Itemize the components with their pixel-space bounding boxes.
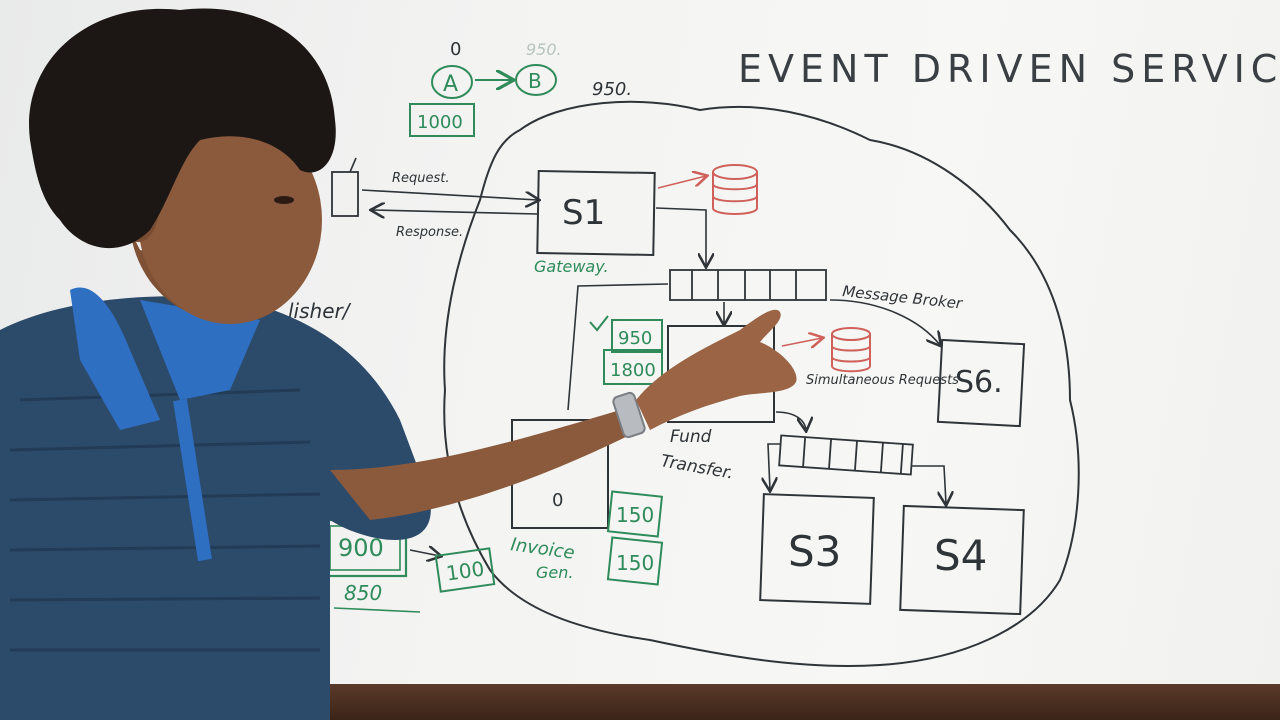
value-850: 850 bbox=[344, 581, 382, 605]
s3-label: S3 bbox=[788, 527, 841, 576]
simultaneous-label: Simultaneous Requests bbox=[806, 373, 959, 388]
response-label: Response. bbox=[396, 225, 463, 240]
message-broker-label: Message Broker bbox=[842, 282, 964, 313]
s4-label: S4 bbox=[934, 531, 987, 580]
invoice-zero: 0 bbox=[552, 490, 563, 511]
transfer-label: Transfer. bbox=[659, 451, 735, 483]
s1-database-icon bbox=[712, 164, 758, 215]
fund-label: Fund bbox=[670, 427, 712, 447]
balance-150a: 150 bbox=[616, 503, 654, 527]
publisher-label: lisher/ bbox=[288, 299, 352, 323]
fund-database-icon bbox=[831, 327, 871, 373]
s6-label: S6. bbox=[955, 365, 1003, 400]
client-phone-icon bbox=[331, 171, 359, 217]
presenter-hand bbox=[636, 309, 797, 430]
request-label: Request. bbox=[392, 171, 450, 186]
simultaneous-label-text: Simultaneous Requests bbox=[806, 373, 959, 388]
presenter-eye bbox=[274, 196, 294, 204]
queue2-to-s3-arrow bbox=[768, 443, 780, 490]
balance-950: 950 bbox=[618, 328, 652, 349]
node-a-label: A bbox=[443, 72, 458, 97]
message-queue-1 bbox=[669, 269, 827, 301]
checkmark bbox=[589, 315, 609, 332]
queue2-to-s4-arrow bbox=[912, 465, 946, 504]
board-title: EVENT DRIVEN SERVICES bbox=[738, 47, 1280, 91]
balance-1000: 1000 bbox=[417, 112, 463, 133]
balance-150b: 150 bbox=[616, 551, 654, 575]
fund-to-queue2-arrow bbox=[775, 411, 806, 430]
response-arrow bbox=[372, 210, 539, 214]
gateway-label: Gateway. bbox=[534, 257, 609, 276]
zero-label: 0 bbox=[450, 39, 461, 60]
s1-label: S1 bbox=[562, 193, 605, 233]
s1-to-broker-arrow bbox=[655, 207, 706, 266]
presenter-person bbox=[0, 8, 797, 720]
fund-db-arrow bbox=[781, 338, 822, 346]
invoice-label: Invoice bbox=[509, 534, 576, 564]
request-arrow bbox=[361, 189, 538, 200]
underline-850 bbox=[333, 607, 421, 613]
message-queue-2 bbox=[778, 434, 914, 476]
b-value-faded: 950. bbox=[526, 40, 562, 59]
balance-900: 900 bbox=[338, 534, 384, 562]
b-value: 950. bbox=[592, 79, 632, 100]
s1-db-arrow bbox=[657, 176, 706, 189]
whiteboard-drawing: EVENT DRIVEN SERVICES 0 A B 950. 950. 10… bbox=[0, 8, 1280, 720]
balance-100: 100 bbox=[445, 556, 486, 585]
gen-label: Gen. bbox=[536, 563, 573, 582]
balance-1800: 1800 bbox=[610, 360, 656, 381]
node-b-label: B bbox=[528, 69, 542, 93]
phone-antenna bbox=[349, 157, 357, 173]
